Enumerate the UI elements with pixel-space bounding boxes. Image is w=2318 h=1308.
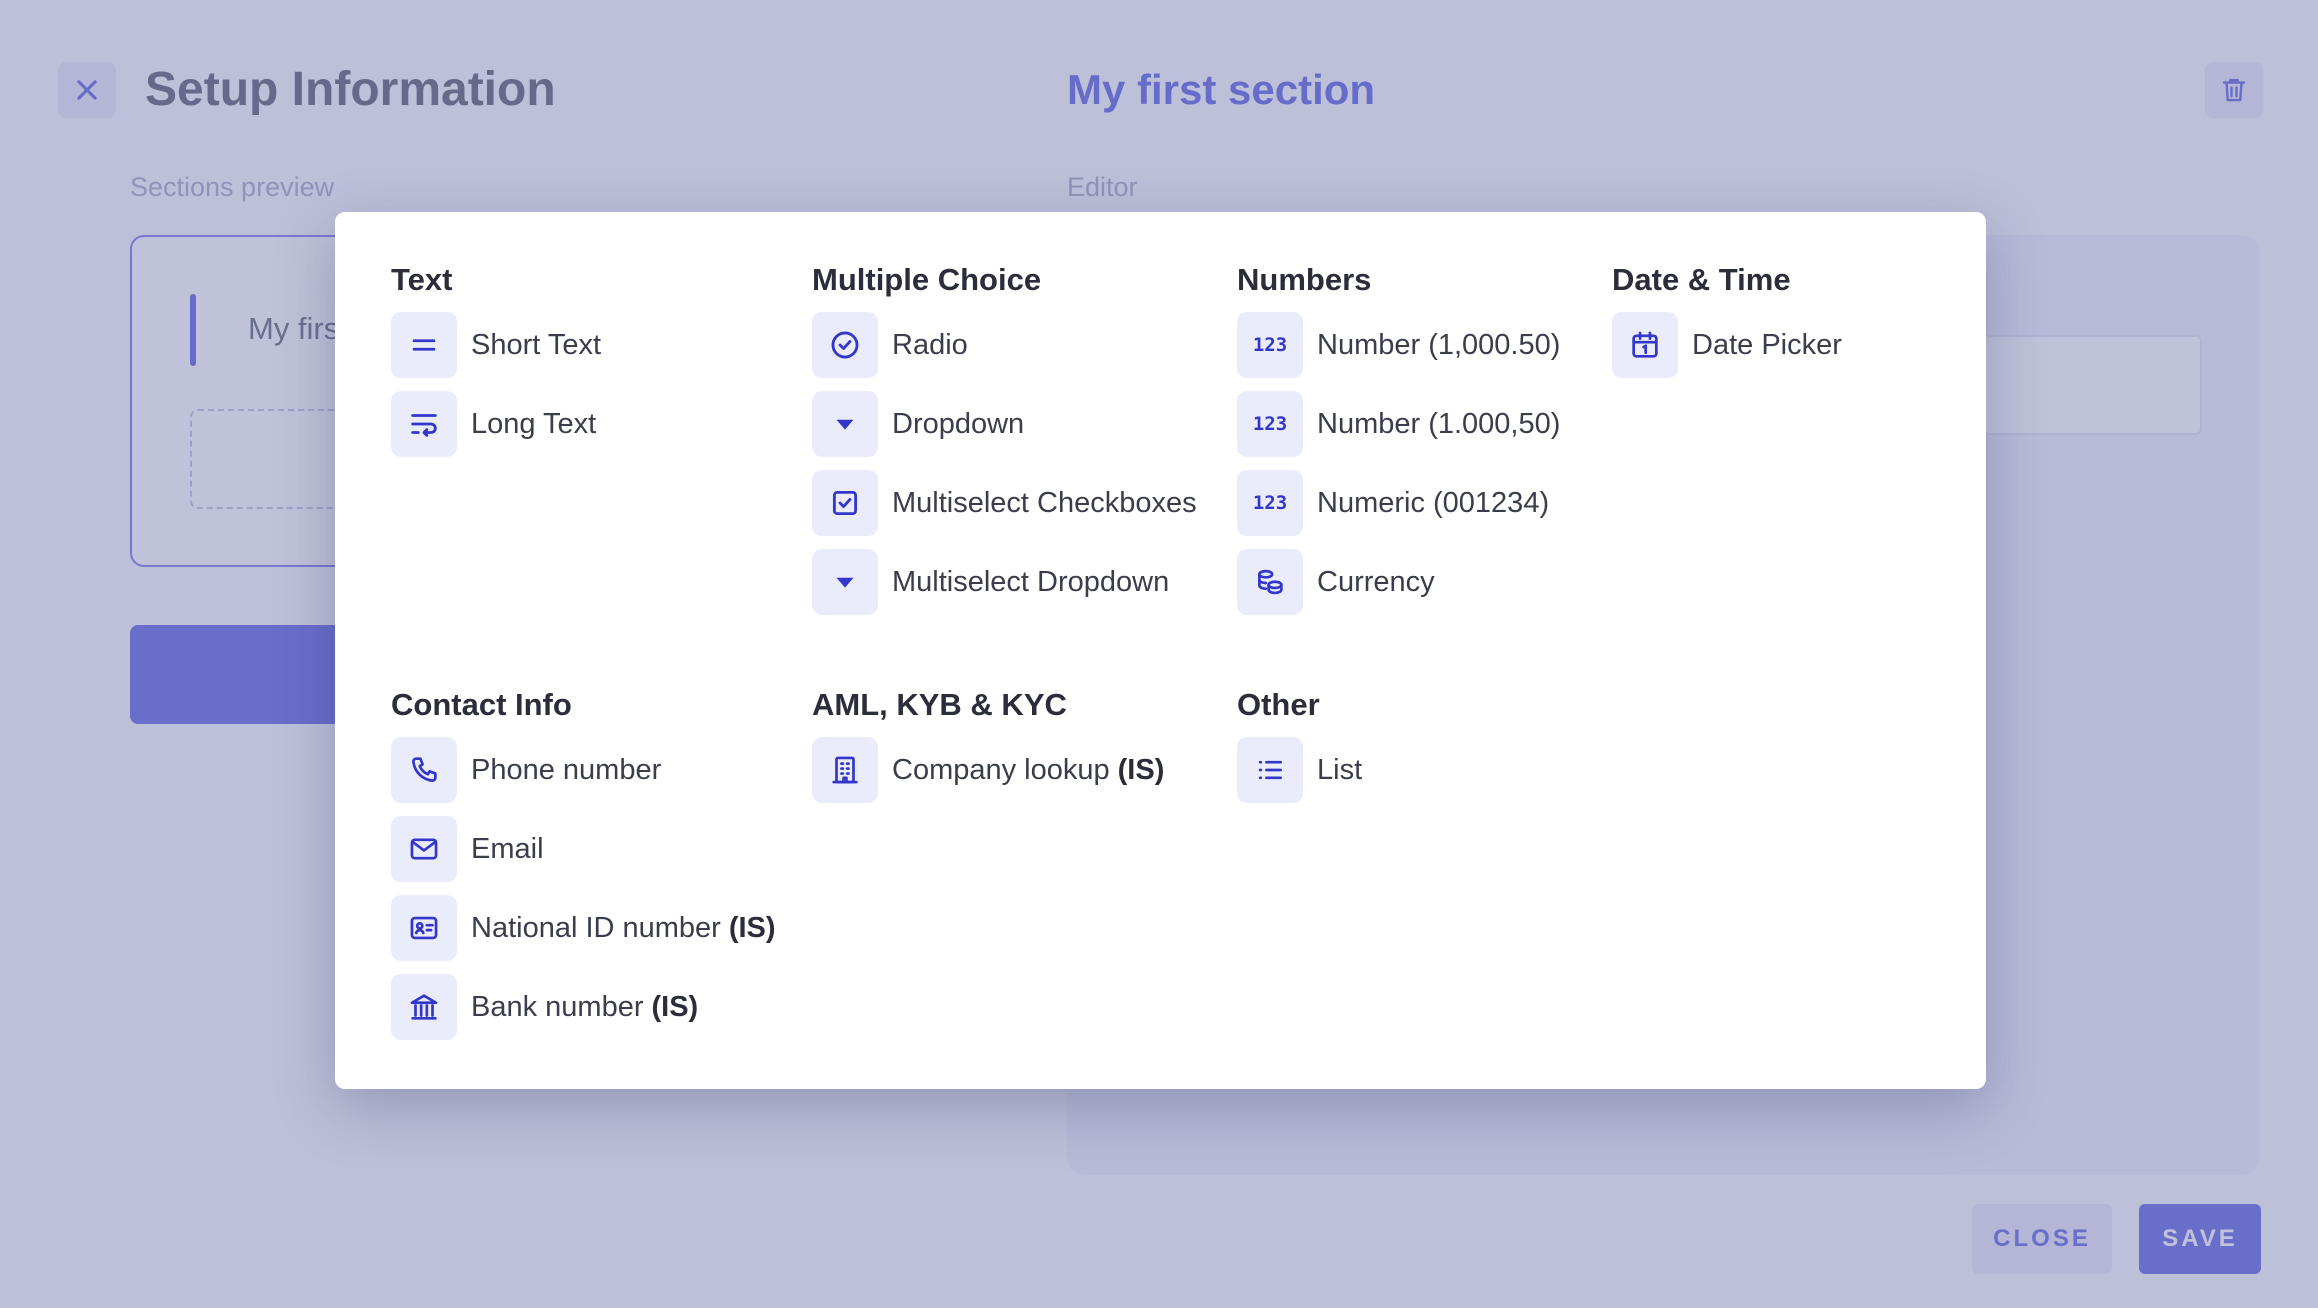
id-card-icon: [391, 895, 457, 961]
group-numbers: Numbers 123 Number (1,000.50) 123 Number…: [1237, 260, 1560, 628]
field-number-comma[interactable]: 123 Number (1,000.50): [1237, 312, 1560, 378]
mail-icon: [391, 816, 457, 882]
field-label: Multiselect Dropdown: [892, 565, 1170, 598]
group-title: AML, KYB & KYC: [812, 687, 1067, 722]
field-phone-number[interactable]: Phone number: [391, 737, 776, 803]
field-label: National ID number: [471, 911, 721, 944]
field-label: Company lookup: [892, 753, 1110, 786]
checkbox-icon: [812, 470, 878, 536]
group-title: Date & Time: [1612, 262, 1791, 297]
field-email[interactable]: Email: [391, 816, 776, 882]
field-dropdown[interactable]: Dropdown: [812, 391, 1197, 457]
country-tag: (IS): [728, 911, 776, 944]
group-other: Other List: [1237, 685, 1362, 816]
field-type-picker: Text Short Text Long Text Multiple Choic…: [335, 212, 1986, 1089]
equals-icon: [391, 312, 457, 378]
group-title: Numbers: [1237, 262, 1372, 297]
field-radio[interactable]: Radio: [812, 312, 1197, 378]
numbers-icon: 123: [1237, 312, 1303, 378]
check-circle-icon: [812, 312, 878, 378]
field-multiselect-dropdown[interactable]: Multiselect Dropdown: [812, 549, 1197, 615]
text-wrap-icon: [391, 391, 457, 457]
field-date-picker[interactable]: Date Picker: [1612, 312, 1842, 378]
calendar-icon: [1612, 312, 1678, 378]
field-label: Long Text: [471, 407, 597, 440]
group-text: Text Short Text Long Text: [391, 260, 601, 470]
field-number-dot[interactable]: 123 Number (1.000,50): [1237, 391, 1560, 457]
field-national-id[interactable]: National ID number (IS): [391, 895, 776, 961]
field-numeric[interactable]: 123 Numeric (001234): [1237, 470, 1560, 536]
phone-icon: [391, 737, 457, 803]
group-title: Contact Info: [391, 687, 572, 722]
caret-down-icon: [812, 391, 878, 457]
country-tag: (IS): [1117, 753, 1165, 786]
field-label: List: [1317, 753, 1363, 786]
list-icon: [1237, 737, 1303, 803]
group-date-time: Date & Time Date Picker: [1612, 260, 1842, 391]
bank-icon: [391, 974, 457, 1040]
field-label: Dropdown: [892, 407, 1025, 440]
field-label: Short Text: [471, 328, 602, 361]
field-short-text[interactable]: Short Text: [391, 312, 601, 378]
field-label: Number (1,000.50): [1317, 328, 1561, 361]
country-tag: (IS): [651, 990, 699, 1023]
field-currency[interactable]: Currency: [1237, 549, 1560, 615]
group-title: Text: [391, 262, 453, 297]
coins-icon: [1237, 549, 1303, 615]
numbers-icon: 123: [1237, 391, 1303, 457]
group-aml-kyb-kyc: AML, KYB & KYC Company lookup (IS): [812, 685, 1164, 816]
field-long-text[interactable]: Long Text: [391, 391, 601, 457]
field-label: Date Picker: [1692, 328, 1842, 361]
field-label: Multiselect Checkboxes: [892, 486, 1197, 519]
field-label: Radio: [892, 328, 968, 361]
field-label: Currency: [1317, 565, 1435, 598]
field-label: Number (1.000,50): [1317, 407, 1561, 440]
field-label: Email: [471, 832, 544, 865]
numbers-icon: 123: [1237, 470, 1303, 536]
field-label: Bank number: [471, 990, 644, 1023]
field-company-lookup[interactable]: Company lookup (IS): [812, 737, 1164, 803]
group-title: Other: [1237, 687, 1320, 722]
building-icon: [812, 737, 878, 803]
field-multiselect-checkboxes[interactable]: Multiselect Checkboxes: [812, 470, 1197, 536]
group-title: Multiple Choice: [812, 262, 1042, 297]
caret-down-icon: [812, 549, 878, 615]
group-contact-info: Contact Info Phone number Email National…: [391, 685, 776, 1053]
field-list[interactable]: List: [1237, 737, 1362, 803]
field-label: Phone number: [471, 753, 662, 786]
field-bank-number[interactable]: Bank number (IS): [391, 974, 776, 1040]
group-multiple-choice: Multiple Choice Radio Dropdown Multisele…: [812, 260, 1197, 628]
field-label: Numeric (001234): [1317, 486, 1550, 519]
